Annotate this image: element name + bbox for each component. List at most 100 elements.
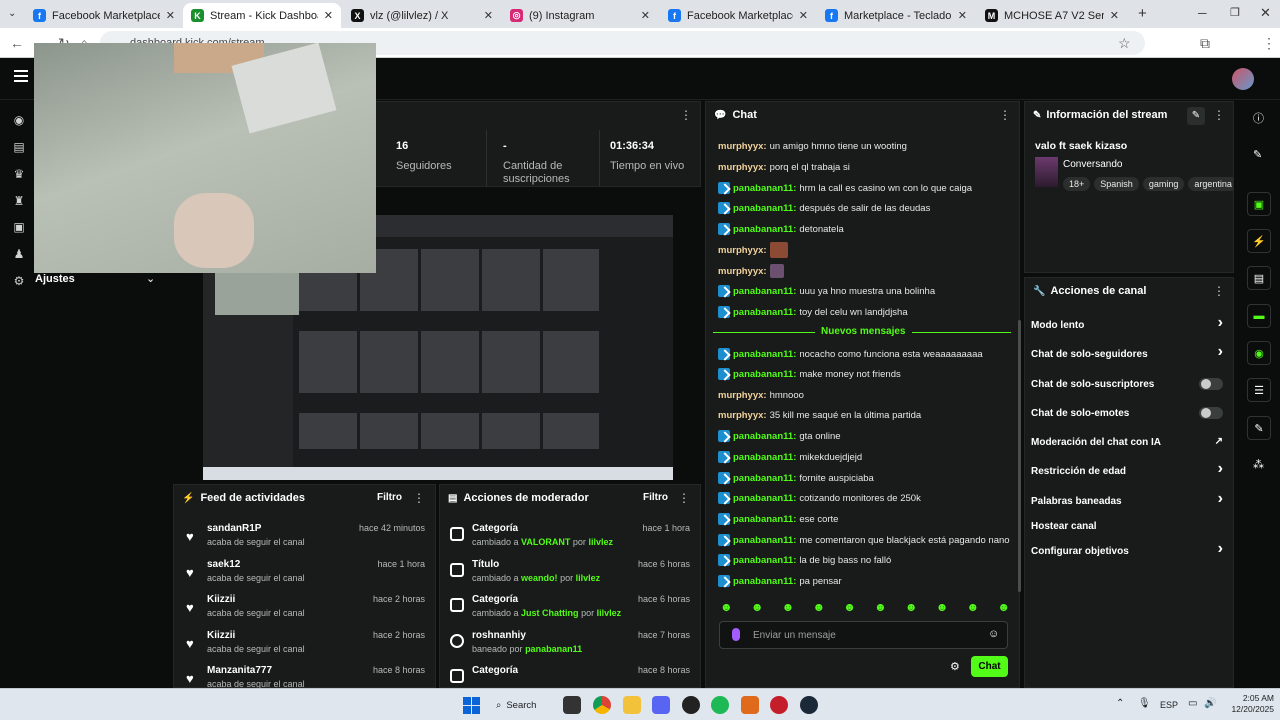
channel-action-row[interactable]: Chat de solo-seguidores › xyxy=(1031,343,1231,364)
emoji-picker-icon[interactable]: ☺ xyxy=(988,628,999,640)
stream-live-icon[interactable]: ◉ xyxy=(12,113,26,127)
steam-icon[interactable] xyxy=(800,696,818,714)
browser-tab[interactable]: f Facebook Marketplace | Facebo ✕ xyxy=(660,3,816,28)
browser-tab[interactable]: K Stream - Kick Dashboard ✕ xyxy=(183,3,341,28)
webcam-preview-overlay[interactable] xyxy=(34,43,376,273)
channel-action-row[interactable]: Modo lento › xyxy=(1031,314,1231,335)
chat-username[interactable]: panabanan11: xyxy=(733,514,796,525)
chat-username[interactable]: panabanan11: xyxy=(733,224,796,235)
channel-action-row[interactable]: Configurar objetivos › xyxy=(1031,540,1231,561)
chevron-down-icon[interactable]: ⌄ xyxy=(146,272,155,285)
chat-username[interactable]: murphyyx: xyxy=(718,266,767,277)
channel-action-row[interactable]: Restricción de edad › xyxy=(1031,460,1231,481)
close-tab-icon[interactable]: ✕ xyxy=(799,9,808,22)
chat-icon[interactable]: ▬ xyxy=(1247,304,1271,328)
chat-username[interactable]: panabanan11: xyxy=(733,452,796,463)
browser-menu-icon[interactable]: ⋮ xyxy=(1262,35,1276,52)
user-avatar[interactable] xyxy=(1232,68,1254,90)
follower-name[interactable]: sandanR1P xyxy=(207,523,261,534)
browser-tab[interactable]: f Facebook Marketplace | Facebo ✕ xyxy=(25,3,183,28)
broadcast-icon[interactable]: ◉ xyxy=(1247,341,1271,365)
emote-icon[interactable]: ☻ xyxy=(997,600,1010,616)
chat-username[interactable]: panabanan11: xyxy=(733,493,796,504)
info-icon[interactable]: ⓘ xyxy=(1253,110,1264,126)
chat-username[interactable]: panabanan11: xyxy=(733,183,796,194)
tray-mic-icon[interactable]: 🎙 xyxy=(1138,698,1151,709)
emote-icon[interactable]: ☻ xyxy=(812,600,825,616)
close-tab-icon[interactable]: ✕ xyxy=(1110,9,1119,22)
bookmark-star-icon[interactable]: ☆ xyxy=(1118,35,1131,52)
chat-username[interactable]: murphyyx: xyxy=(718,141,767,152)
keyboard-language[interactable]: ESP xyxy=(1160,700,1178,710)
chat-username[interactable]: panabanan11: xyxy=(733,555,796,566)
layout-icon[interactable]: ☰ xyxy=(1247,378,1271,402)
back-icon[interactable]: ← xyxy=(10,35,24,51)
emote-icon[interactable]: ☻ xyxy=(936,600,949,616)
hamburger-menu-icon[interactable] xyxy=(14,70,28,82)
document-icon[interactable]: ▤ xyxy=(1247,266,1271,290)
extensions-puzzle-icon[interactable]: ⧉ xyxy=(1200,35,1210,52)
chat-menu-icon[interactable]: ⋮ xyxy=(999,108,1011,122)
chat-username[interactable]: panabanan11: xyxy=(733,535,796,546)
chat-username[interactable]: panabanan11: xyxy=(733,307,796,318)
start-windows-icon[interactable] xyxy=(463,697,480,714)
chat-username[interactable]: panabanan11: xyxy=(733,576,796,587)
microphone-app-icon[interactable] xyxy=(741,696,759,714)
volume-icon[interactable]: 🔊 xyxy=(1204,698,1216,709)
network-icon[interactable]: ▭ xyxy=(1188,698,1197,709)
chat-send-button[interactable]: Chat xyxy=(971,656,1008,677)
mod-action-user[interactable]: lilvlez xyxy=(597,608,622,618)
mod-menu-icon[interactable]: ⋮ xyxy=(678,491,690,505)
file-explorer-icon[interactable] xyxy=(623,696,641,714)
channel-action-row[interactable]: Chat de solo-suscriptores xyxy=(1031,374,1231,394)
close-window-button[interactable]: ✕ xyxy=(1260,5,1271,21)
task-view-icon[interactable] xyxy=(563,696,581,714)
channel-action-row[interactable]: Moderación del chat con IA ↗ xyxy=(1031,432,1231,452)
mod-action-user[interactable]: lilvlez xyxy=(576,573,601,583)
spotify-icon[interactable] xyxy=(711,696,729,714)
close-tab-icon[interactable]: ✕ xyxy=(641,9,650,22)
chat-username[interactable]: panabanan11: xyxy=(733,286,796,297)
emote-icon[interactable]: ☻ xyxy=(967,600,980,616)
feed-menu-icon[interactable]: ⋮ xyxy=(413,491,425,505)
capture-icon[interactable]: ▣ xyxy=(12,220,26,234)
chat-username[interactable]: murphyyx: xyxy=(718,410,767,421)
discord-icon[interactable] xyxy=(652,696,670,714)
actions-menu-icon[interactable]: ⋮ xyxy=(1213,284,1225,298)
chat-username[interactable]: murphyyx: xyxy=(718,245,767,256)
edit-info-button[interactable]: ✎ xyxy=(1187,107,1205,125)
community-icon[interactable]: ♜ xyxy=(12,194,26,208)
restore-button[interactable]: ❐ xyxy=(1230,6,1240,19)
chat-username[interactable]: panabanan11: xyxy=(733,349,796,360)
stream-tag[interactable]: 18+ xyxy=(1063,177,1091,191)
users-icon[interactable]: ♟ xyxy=(12,247,26,261)
stats-menu-icon[interactable]: ⋮ xyxy=(680,108,692,122)
chat-username[interactable]: panabanan11: xyxy=(733,369,796,380)
mod-action-user[interactable]: lilvlez xyxy=(588,537,613,547)
close-tab-icon[interactable]: ✕ xyxy=(166,9,175,22)
browser-tab[interactable]: ◎ (9) Instagram ✕ xyxy=(502,3,658,28)
follower-name[interactable]: Kiizzii xyxy=(207,630,235,641)
stream-tag[interactable]: argentina xyxy=(1188,177,1233,191)
apps-icon[interactable]: ⁂ xyxy=(1253,458,1264,471)
channel-action-row[interactable]: Chat de solo-emotes xyxy=(1031,403,1231,423)
stream-tag[interactable]: gaming xyxy=(1142,177,1185,191)
wrench-icon[interactable]: ✎ xyxy=(1247,416,1271,440)
filter-button[interactable]: Filtro xyxy=(377,492,402,503)
close-tab-icon[interactable]: ✕ xyxy=(324,9,333,22)
new-tab-button[interactable]: + xyxy=(1138,5,1147,22)
follower-name[interactable]: Kiizzii xyxy=(207,594,235,605)
clock[interactable]: 2:05 AM 12/20/2025 xyxy=(1224,693,1274,715)
emote-icon[interactable]: ☻ xyxy=(843,600,856,616)
browser-tab[interactable]: f Marketplace - Teclado mecánic ✕ xyxy=(817,3,975,28)
chat-settings-icon[interactable]: ⚙ xyxy=(950,660,960,673)
follower-name[interactable]: Manzanita777 xyxy=(207,665,272,676)
tab-list-button[interactable]: ⌄ xyxy=(8,8,16,19)
chat-input[interactable]: Enviar un mensaje ☺ xyxy=(719,621,1008,649)
obs-app-icon[interactable] xyxy=(770,696,788,714)
toggle-switch[interactable] xyxy=(1199,378,1223,390)
chat-username[interactable]: panabanan11: xyxy=(733,473,796,484)
emote-icon[interactable]: ☻ xyxy=(720,600,733,616)
emote-icon[interactable]: ☻ xyxy=(874,600,887,616)
gear-icon[interactable]: ⚙ xyxy=(12,274,26,288)
